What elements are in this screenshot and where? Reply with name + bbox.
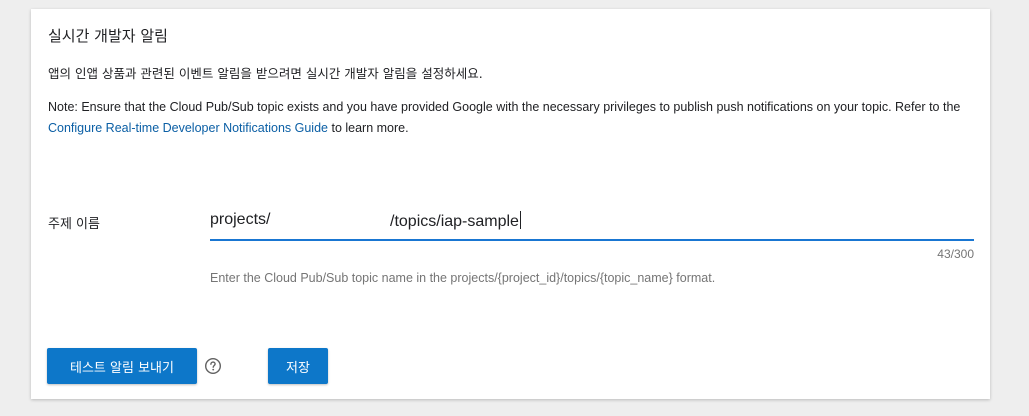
topic-name-input[interactable]: projects/ /topics/iap-sample xyxy=(210,207,974,241)
note-suffix: to learn more. xyxy=(328,121,409,135)
text-caret xyxy=(519,211,521,229)
note-prefix: Note: Ensure that the Cloud Pub/Sub topi… xyxy=(48,100,961,114)
save-button[interactable]: 저장 xyxy=(268,348,328,384)
topic-value-suffix-text: /topics/iap-sample xyxy=(390,213,519,230)
topic-value-suffix: /topics/iap-sample xyxy=(390,211,521,231)
topic-name-label: 주제 이름 xyxy=(48,217,100,232)
topic-value-prefix: projects/ xyxy=(210,211,271,228)
send-test-notification-button[interactable]: 테스트 알림 보내기 xyxy=(47,348,197,384)
section-title: 실시간 개발자 알림 xyxy=(48,27,168,45)
rtdn-card: 실시간 개발자 알림 앱의 인앱 상품과 관련된 이벤트 알림을 받으려면 실시… xyxy=(31,9,990,399)
help-circle-icon[interactable] xyxy=(204,357,222,375)
section-description: 앱의 인앱 상품과 관련된 이벤트 알림을 받으려면 실시간 개발자 알림을 설… xyxy=(48,66,483,81)
guide-link[interactable]: Configure Real-time Developer Notificati… xyxy=(48,121,328,135)
note-text: Note: Ensure that the Cloud Pub/Sub topi… xyxy=(48,97,978,139)
character-counter: 43/300 xyxy=(937,247,974,261)
topic-hint: Enter the Cloud Pub/Sub topic name in th… xyxy=(210,271,716,285)
